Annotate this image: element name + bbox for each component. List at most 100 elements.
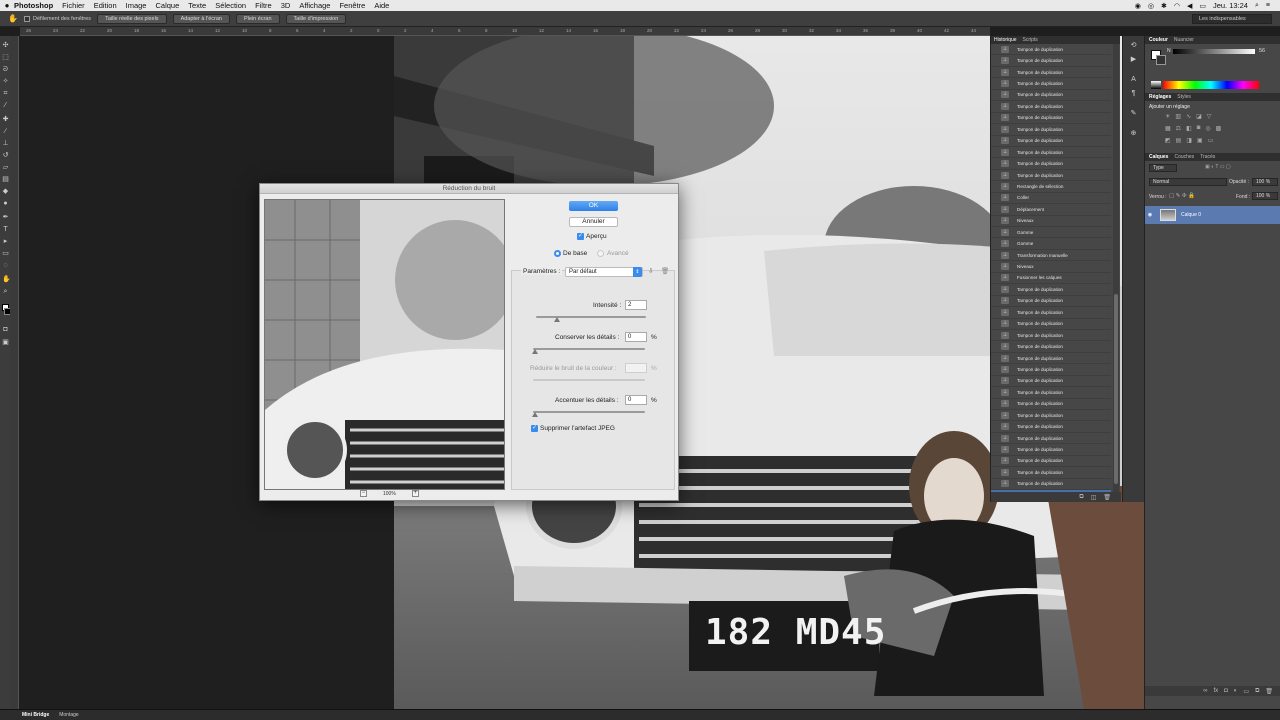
actions-panel-icon[interactable]: ▶ [1130,56,1137,63]
history-item[interactable]: ⊥ Tampon de duplication [991,376,1111,388]
vibrance-icon[interactable]: ▽ [1207,113,1212,120]
snapshot-icon[interactable]: ◫ [1091,494,1097,501]
print-size-button[interactable]: Taille d'impression [285,13,347,24]
color-lookup-icon[interactable]: ▩ [1216,125,1222,132]
history-item[interactable]: ⊥ Tampon de duplication [991,284,1111,296]
trash-icon[interactable]: 🗑 [1265,688,1273,695]
wifi-icon[interactable]: ◠ [1174,2,1180,10]
tab-styles[interactable]: Styles [1177,94,1191,100]
blur-tool-icon[interactable]: ◆ [2,188,9,195]
levels-icon[interactable]: ▥ [1175,113,1181,120]
strength-input[interactable]: 2 [625,300,647,310]
history-item[interactable]: ⊥ Transformation manuelle [991,250,1111,262]
crop-tool-icon[interactable]: ⌗ [2,90,9,97]
menu-affichage[interactable]: Affichage [299,0,330,11]
history-item[interactable]: ⊥ Tampon de duplication [991,90,1111,102]
sharpen-details-slider[interactable] [533,411,645,413]
color-spectrum[interactable] [1163,81,1259,89]
tab-channels[interactable]: Couches [1174,154,1194,160]
battery-icon[interactable]: ▭ [1199,2,1206,10]
blend-mode-select[interactable]: Normal [1149,178,1227,186]
menu-3d[interactable]: 3D [281,0,291,11]
history-item[interactable]: ⊥ Tampon de duplication [991,44,1111,56]
params-select[interactable]: Par défaut ⇕ [565,267,643,277]
photo-filter-icon[interactable]: ◙ [1197,125,1201,132]
history-item[interactable]: ⊥ Gomme [991,227,1111,239]
exposure-icon[interactable]: ◪ [1196,113,1202,120]
preserve-details-slider[interactable] [533,348,645,350]
fit-screen-button[interactable]: Adapter à l'écran [172,13,230,24]
history-item[interactable]: ⊥ Déplacement [991,204,1111,216]
tab-history[interactable]: Historique [994,37,1017,43]
type-tool-icon[interactable]: T [2,226,9,233]
fill-screen-button[interactable]: Plein écran [235,13,280,24]
history-scrollbar[interactable] [1113,44,1119,492]
brightness-icon[interactable]: ☀ [1165,113,1170,120]
add-mask-icon[interactable]: ◘ [1224,688,1228,694]
tab-swatches[interactable]: Nuancier [1174,37,1194,43]
lasso-tool-icon[interactable]: ᘐ [2,66,9,73]
history-item[interactable]: ⊥ Tampon de duplication [991,319,1111,330]
menu-photoshop[interactable]: Photoshop [14,0,53,11]
history-item[interactable]: ⊥ Tampon de duplication [991,330,1111,342]
color-balance-icon[interactable]: ⚖ [1176,125,1181,132]
menu-edition[interactable]: Edition [94,0,117,11]
workspace-select[interactable]: Les indispensables [1192,13,1272,24]
status-icon[interactable]: ◉ [1135,2,1141,10]
tab-montage[interactable]: Montage [59,712,78,718]
clock[interactable]: Jeu. 13:24 [1213,0,1248,11]
volume-icon[interactable]: ◀ [1187,2,1192,10]
zoom-tool-icon[interactable]: ⌕ [2,288,9,295]
pen-tool-icon[interactable]: ✒ [2,214,9,221]
clone-stamp-tool-icon[interactable]: ⊥ [2,140,9,147]
tab-mini-bridge[interactable]: Mini Bridge [22,712,49,718]
character-panel-icon[interactable]: A [1130,76,1137,83]
ok-button[interactable]: OK [569,201,618,211]
scroll-all-windows-checkbox[interactable]: Défilement des fenêtres [23,15,91,22]
history-item[interactable]: ⊥ Tampon de duplication [991,307,1111,319]
layer-row[interactable]: ◉ Calque 0 [1145,206,1280,224]
channel-mixer-icon[interactable]: ◎ [1205,125,1210,132]
strength-slider[interactable] [536,316,646,318]
gray-value[interactable]: 56 [1259,48,1265,54]
posterize-icon[interactable]: ▤ [1176,137,1182,144]
selective-color-icon[interactable]: ▣ [1197,137,1203,144]
notifications-icon[interactable]: ≡ [1266,2,1270,9]
history-item[interactable]: ⊥ Tampon de duplication [991,410,1111,422]
remove-jpeg-artifact-checkbox[interactable]: ✓ [531,425,538,432]
screen-mode-icon[interactable]: ▣ [2,339,9,346]
history-item[interactable]: ⊥ Tampon de duplication [991,78,1111,90]
layer-filter-select[interactable]: Type [1149,164,1177,172]
history-item[interactable]: ⊥ Gomme [991,238,1111,250]
background-color[interactable] [1156,55,1166,65]
menu-filtre[interactable]: Filtre [255,0,272,11]
brush-panel-icon[interactable]: ✎ [1130,110,1137,117]
invert-icon[interactable]: ◩ [1165,137,1171,144]
history-item[interactable]: ⊥ Tampon de duplication [991,55,1111,67]
history-item[interactable]: ⊥ Tampon de duplication [991,421,1111,433]
menu-image[interactable]: Image [126,0,147,11]
marquee-tool-icon[interactable]: ⬚ [2,54,9,61]
menu-calque[interactable]: Calque [155,0,179,11]
layer-style-icon[interactable]: fx [1213,688,1218,694]
history-item[interactable]: ⊥ Tampon de duplication [991,113,1111,125]
new-document-from-state-icon[interactable]: ⧉ [1079,494,1083,501]
filter-preview[interactable] [264,199,505,490]
history-item[interactable]: ⊥ Tampon de duplication [991,158,1111,170]
reduce-color-noise-slider[interactable] [533,379,645,381]
layer-filter-icons[interactable]: ▣ ◐ T ▭ ▢ [1205,164,1231,170]
visibility-eye-icon[interactable]: ◉ [1145,212,1155,218]
history-item[interactable]: ⊥ Fusionner les calques [991,273,1111,285]
gradient-tool-icon[interactable]: ▤ [2,176,9,183]
history-item[interactable]: ⊥ Tampon de duplication [991,387,1111,399]
history-item[interactable]: ⊥ Tampon de duplication [991,341,1111,353]
hand-tool-icon[interactable]: ✋ [2,276,11,283]
preserve-details-input[interactable]: 0 [625,332,647,342]
adjustment-layer-icon[interactable]: ◐ [1234,688,1238,694]
eraser-tool-icon[interactable]: ▱ [2,164,9,171]
bw-ramp[interactable] [1151,81,1161,89]
tab-scripts[interactable]: Scripts [1023,37,1038,43]
dodge-tool-icon[interactable]: ● [2,200,9,207]
history-item[interactable]: ⊥ Tampon de duplication [991,456,1111,468]
history-item[interactable]: ⊥ Tampon de duplication [991,67,1111,79]
